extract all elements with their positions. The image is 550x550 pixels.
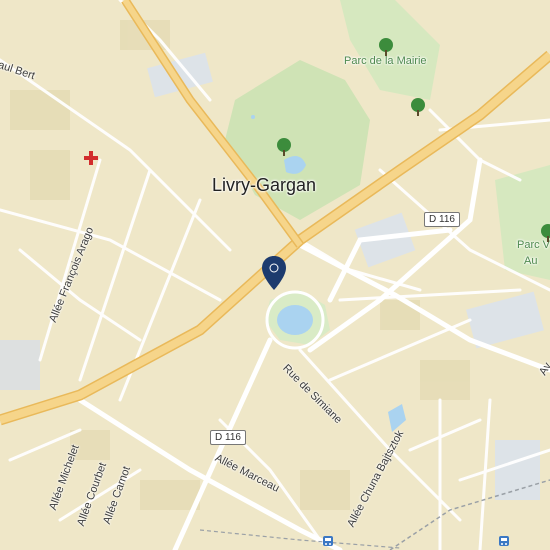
- train-station-icon: [323, 536, 333, 546]
- tree-icon: [277, 138, 291, 156]
- location-pin-icon[interactable]: [262, 256, 286, 292]
- city-label: Livry-Gargan: [212, 175, 317, 195]
- road-shield-d116-top: D 116: [424, 212, 460, 227]
- park-label-right-2: Au: [524, 255, 538, 267]
- map-view[interactable]: aul Bert Livry-Gargan Parc de la Mairie …: [0, 0, 550, 550]
- tree-icon: [541, 224, 550, 242]
- tree-icon: [411, 98, 425, 116]
- train-station-icon: [499, 536, 509, 546]
- park-label-mairie: Parc de la Mairie: [344, 55, 427, 67]
- road-shield-d116-bottom: D 116: [210, 430, 246, 445]
- tree-icon: [379, 38, 393, 56]
- red-cross-icon: [84, 151, 98, 165]
